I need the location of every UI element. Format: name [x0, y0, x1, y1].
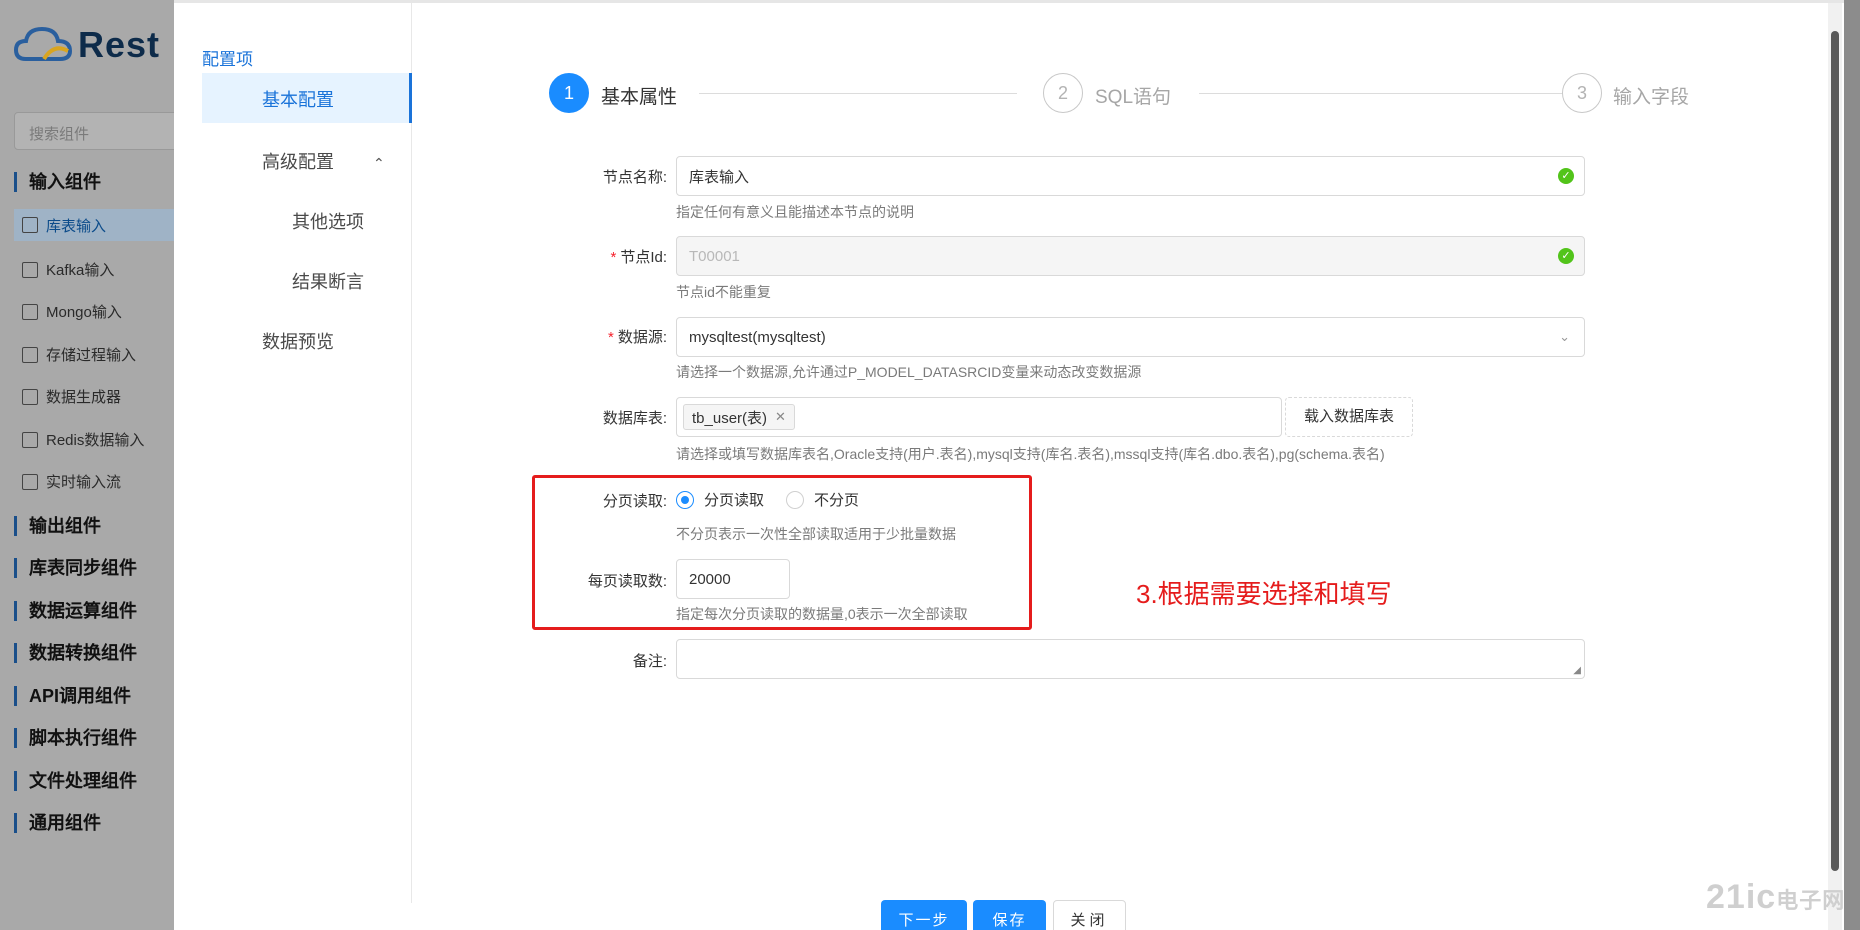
table-select[interactable]: tb_user(表) ✕ — [676, 397, 1282, 437]
table-input-icon — [22, 217, 38, 233]
config-nav: 配置项 基本配置 高级配置 ⌃ 其他选项 结果断言 数据预览 — [174, 3, 412, 903]
nav-item-result-assert[interactable]: 结果断言 — [292, 268, 364, 294]
mongo-icon — [22, 303, 38, 320]
table-label: 数据库表: — [602, 410, 667, 427]
node-id-label: * 节点Id: — [507, 246, 667, 267]
vertical-scrollbar[interactable] — [1828, 3, 1842, 930]
sidebar-item-table-input[interactable]: 库表输入 — [14, 209, 184, 241]
remark-label: 备注: — [632, 653, 667, 670]
logo-text: Rest — [78, 24, 161, 65]
close-button[interactable]: 关闭 — [1053, 900, 1126, 930]
sidebar-item-procedure-input[interactable]: 存储过程输入 — [22, 344, 136, 365]
node-id-help: 节点id不能重复 — [676, 284, 771, 300]
required-mark: * — [607, 329, 614, 346]
node-id-input[interactable]: T00001 ✓ — [676, 236, 1585, 276]
step-1-label[interactable]: 基本属性 — [601, 82, 677, 109]
sidebar-item-label: 实时输入流 — [46, 474, 122, 491]
datasource-label-text: 数据源: — [617, 329, 667, 346]
step-connector — [1199, 93, 1567, 94]
step-connector — [699, 93, 1017, 94]
nav-item-other-options[interactable]: 其他选项 — [292, 208, 364, 234]
next-button[interactable]: 下一步 — [881, 900, 967, 930]
table-help: 请选择或填写数据库表名,Oracle支持(用户.表名),mysql支持(库名.表… — [676, 446, 1385, 462]
scrollbar-thumb[interactable] — [1831, 31, 1839, 871]
group-output-components[interactable]: 输出组件 — [14, 516, 101, 536]
datasource-label: * 数据源: — [507, 326, 667, 347]
remark-textarea[interactable]: ◢ — [676, 639, 1585, 679]
chevron-down-icon: ⌄ — [1559, 329, 1570, 344]
chevron-up-icon: ⌃ — [373, 155, 385, 171]
table-tag-label: tb_user(表) — [692, 409, 768, 427]
sidebar-item-label: 库表输入 — [46, 217, 107, 235]
watermark-sub: 电子网 — [1776, 888, 1846, 913]
save-button[interactable]: 保存 — [973, 900, 1046, 930]
node-name-label: 节点名称: — [602, 169, 667, 186]
required-mark: * — [610, 249, 617, 266]
step-2-label[interactable]: SQL语句 — [1095, 82, 1171, 109]
nav-item-data-preview[interactable]: 数据预览 — [262, 328, 334, 354]
step-2-circle[interactable]: 2 — [1043, 73, 1083, 113]
watermark: 21ic电子网 — [1706, 878, 1845, 917]
component-sidebar: Rest 搜索组件 输入组件 库表输入 Kafka输入 Mongo输入 存储过程… — [0, 0, 204, 930]
config-modal: 配置项 基本配置 高级配置 ⌃ 其他选项 结果断言 数据预览 1 基本属性 2 … — [174, 0, 1844, 930]
annotation-text: 3.根据需要选择和填写 — [1136, 579, 1392, 609]
sidebar-item-label: Kafka输入 — [46, 262, 115, 279]
highlight-box — [532, 475, 1032, 630]
node-name-help: 指定任何有意义且能描述本节点的说明 — [676, 204, 914, 220]
datasource-help: 请选择一个数据源,允许通过P_MODEL_DATASRCID变量来动态改变数据源 — [676, 364, 1142, 380]
sidebar-item-redis-input[interactable]: Redis数据输入 — [22, 429, 144, 450]
kafka-icon — [22, 261, 38, 278]
node-id-label-text: 节点Id: — [620, 249, 667, 266]
nav-item-advanced-config[interactable]: 高级配置 ⌃ — [262, 148, 385, 174]
step-indicator: 1 基本属性 2 SQL语句 3 输入字段 — [549, 73, 1699, 115]
resize-handle-icon[interactable]: ◢ — [1573, 665, 1581, 676]
sidebar-item-label: 存储过程输入 — [46, 347, 137, 364]
group-script-components[interactable]: 脚本执行组件 — [14, 728, 137, 748]
group-api-components[interactable]: API调用组件 — [14, 686, 131, 706]
procedure-icon — [22, 346, 38, 363]
group-table-sync-components[interactable]: 库表同步组件 — [14, 558, 137, 578]
sidebar-item-data-generator[interactable]: 数据生成器 — [22, 386, 121, 407]
stream-icon — [22, 473, 38, 490]
nav-item-basic-config[interactable]: 基本配置 — [202, 73, 412, 123]
group-data-transform-components[interactable]: 数据转换组件 — [14, 643, 137, 663]
datasource-value: mysqltest(mysqltest) — [689, 328, 826, 346]
sidebar-item-mongo-input[interactable]: Mongo输入 — [22, 301, 122, 322]
node-name-value: 库表输入 — [689, 168, 750, 186]
table-tag[interactable]: tb_user(表) ✕ — [683, 404, 795, 430]
node-id-value: T00001 — [689, 247, 740, 265]
cloud-logo-icon — [14, 26, 72, 61]
sidebar-item-realtime-stream[interactable]: 实时输入流 — [22, 471, 121, 492]
nav-item-label: 高级配置 — [262, 152, 334, 172]
check-circle-icon: ✓ — [1558, 248, 1574, 264]
close-icon[interactable]: ✕ — [775, 409, 786, 425]
sidebar-item-label: Mongo输入 — [46, 304, 122, 321]
step-3-label[interactable]: 输入字段 — [1613, 82, 1689, 109]
redis-icon — [22, 431, 38, 448]
load-table-button[interactable]: 载入数据库表 — [1285, 397, 1413, 437]
sidebar-item-label: Redis数据输入 — [46, 432, 145, 449]
watermark-text: 21ic — [1706, 878, 1777, 916]
config-nav-header: 配置项 — [202, 50, 253, 69]
group-data-compute-components[interactable]: 数据运算组件 — [14, 601, 137, 621]
node-name-input[interactable]: 库表输入 ✓ — [676, 156, 1585, 196]
group-file-components[interactable]: 文件处理组件 — [14, 771, 137, 791]
generator-icon — [22, 388, 38, 405]
app-logo: Rest — [14, 24, 160, 66]
step-1-circle[interactable]: 1 — [549, 73, 589, 113]
check-circle-icon: ✓ — [1558, 168, 1574, 184]
step-3-circle[interactable]: 3 — [1562, 73, 1602, 113]
group-common-components[interactable]: 通用组件 — [14, 813, 101, 833]
sidebar-item-label: 数据生成器 — [46, 389, 122, 406]
group-input-components[interactable]: 输入组件 — [14, 172, 101, 192]
datasource-select[interactable]: mysqltest(mysqltest) ⌄ — [676, 317, 1585, 357]
sidebar-item-kafka-input[interactable]: Kafka输入 — [22, 259, 114, 280]
